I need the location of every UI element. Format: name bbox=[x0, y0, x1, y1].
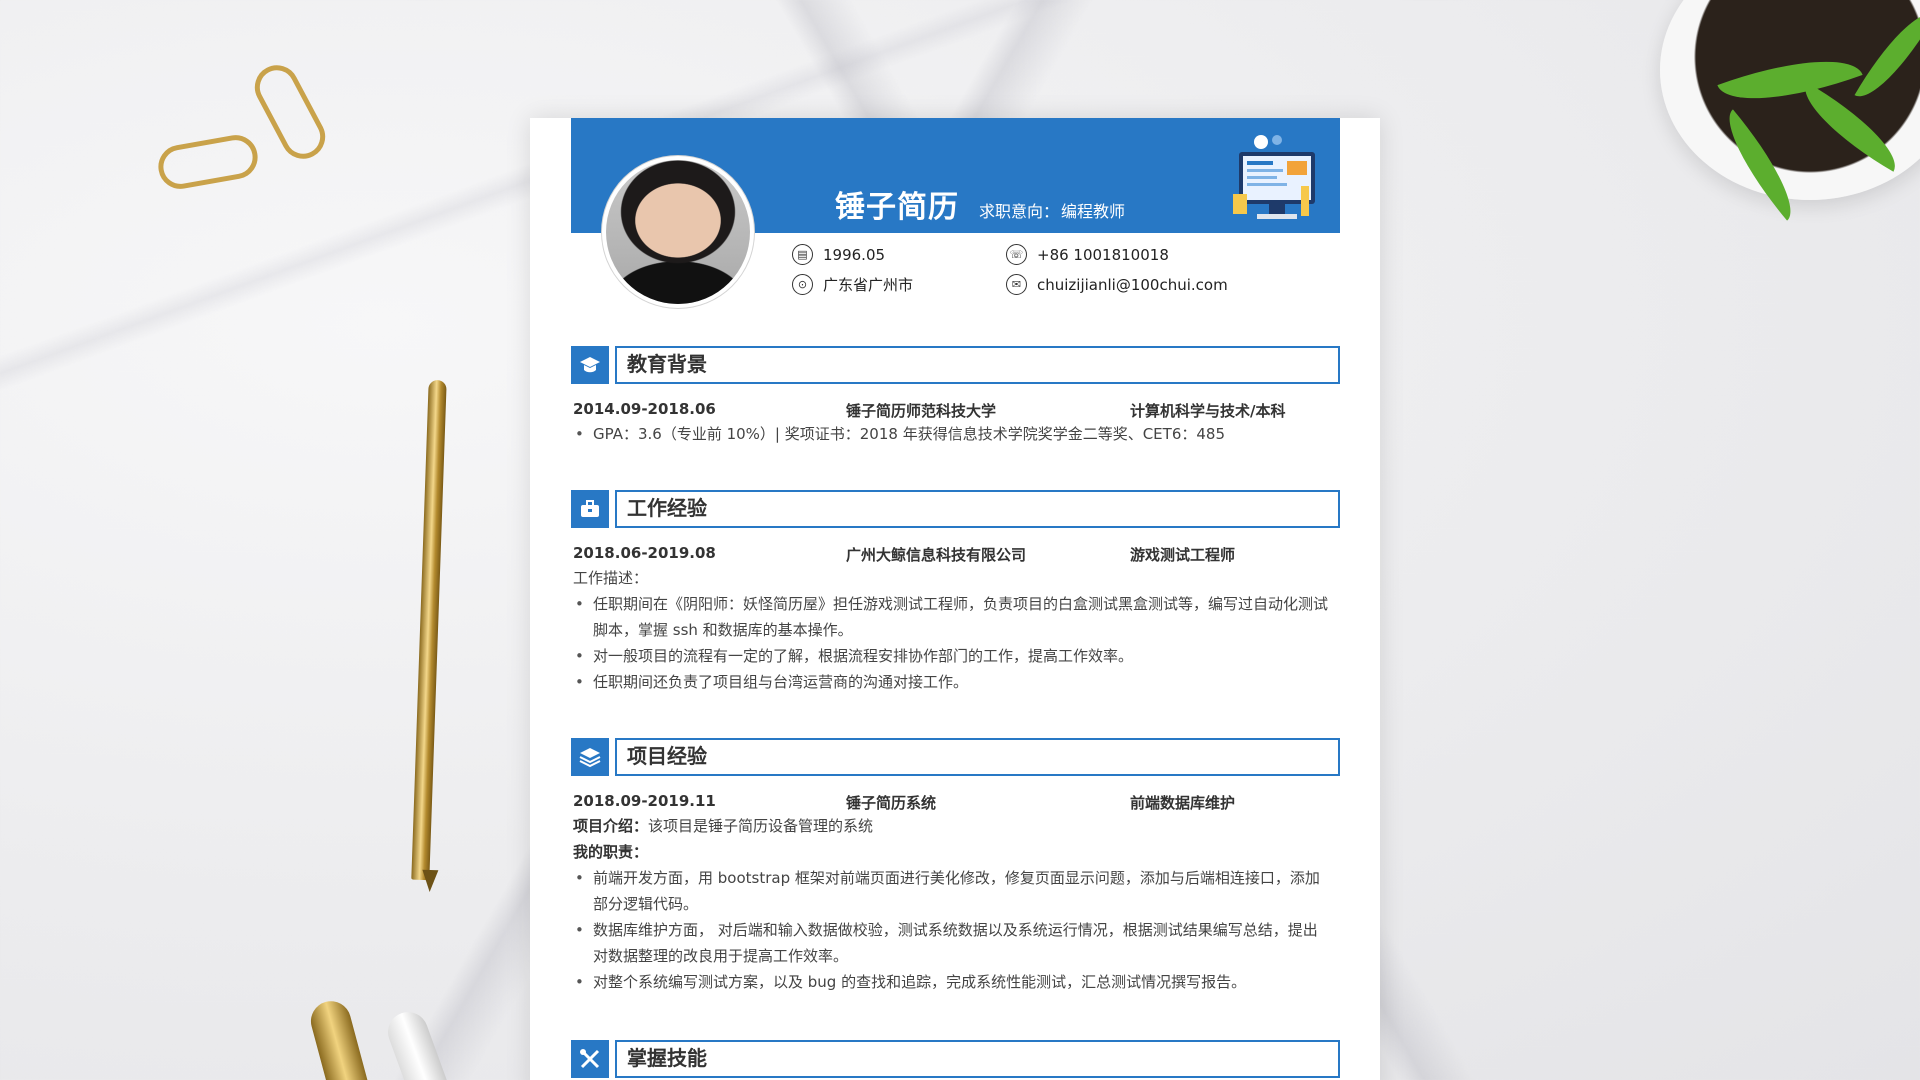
resume-name: 锤子简历 bbox=[835, 190, 959, 225]
project-bullet-continued: 部分逻辑代码。 bbox=[593, 895, 699, 913]
calendar-icon: ▤ bbox=[792, 244, 813, 265]
email-value: chuizijianli@100chui.com bbox=[1037, 275, 1228, 294]
tools-icon bbox=[571, 1040, 609, 1078]
education-major: 计算机科学与技术/本科 bbox=[1130, 402, 1286, 420]
section-title-education: 教育背景 bbox=[615, 346, 1340, 384]
phone-info: ☏ +86 1001810018 bbox=[1006, 244, 1169, 265]
project-duty-label: 我的职责： bbox=[573, 843, 649, 861]
briefcase-icon bbox=[571, 490, 609, 528]
gold-pen-tip bbox=[421, 869, 439, 893]
work-role: 游戏测试工程师 bbox=[1130, 546, 1236, 564]
project-bullet: 前端开发方面，用 bootstrap 框架对前端页面进行美化修改，修复页面显示问… bbox=[573, 865, 1343, 891]
work-bullet: 对一般项目的流程有一定的了解，根据流程安排协作部门的工作，提高工作效率。 bbox=[573, 643, 1343, 669]
work-bullet-continued: 脚本，掌握 ssh 和数据库的基本操作。 bbox=[593, 621, 853, 639]
location-icon: ⊙ bbox=[792, 274, 813, 295]
paperclip-1 bbox=[247, 57, 333, 167]
section-education: 教育背景 bbox=[571, 346, 1340, 384]
pen-bottom-2 bbox=[382, 1006, 458, 1080]
pen-bottom-1 bbox=[306, 996, 374, 1080]
section-title-project: 项目经验 bbox=[615, 738, 1340, 776]
email-info: ✉ chuizijianli@100chui.com bbox=[1006, 274, 1228, 295]
project-bullet: 对整个系统编写测试方案，以及 bug 的查找和追踪，完成系统性能测试，汇总测试情… bbox=[573, 969, 1343, 995]
project-name: 锤子简历系统 bbox=[846, 794, 937, 812]
gold-pen bbox=[411, 379, 447, 881]
project-intro-value: 该项目是锤子简历设备管理的系统 bbox=[648, 817, 874, 835]
work-date: 2018.06-2019.08 bbox=[573, 544, 716, 562]
section-title-work: 工作经验 bbox=[615, 490, 1340, 528]
monitor-illustration-icon bbox=[1233, 135, 1315, 219]
work-bullet: 任职期间在《阴阳师：妖怪简历屋》担任游戏测试工程师，负责项目的白盒测试黑盒测试等… bbox=[573, 591, 1343, 617]
education-bullet: GPA：3.6（专业前 10%）| 奖项证书：2018 年获得信息技术学院奖学金… bbox=[573, 421, 1343, 447]
project-bullet: 数据库维护方面， 对后端和输入数据做校验，测试系统数据以及系统运行情况，根据测试… bbox=[573, 917, 1343, 943]
project-intro: 项目介绍：该项目是锤子简历设备管理的系统 bbox=[573, 813, 1343, 839]
paperclip-2 bbox=[154, 131, 262, 193]
plant-pot bbox=[1660, 0, 1920, 200]
section-title-skills: 掌握技能 bbox=[615, 1040, 1340, 1078]
project-intro-label: 项目介绍： bbox=[573, 817, 649, 835]
section-project: 项目经验 bbox=[571, 738, 1340, 776]
job-intent-label: 求职意向： bbox=[979, 202, 1060, 221]
project-role: 前端数据库维护 bbox=[1130, 794, 1236, 812]
email-icon: ✉ bbox=[1006, 274, 1027, 295]
phone-icon: ☏ bbox=[1006, 244, 1027, 265]
birth-value: 1996.05 bbox=[823, 245, 886, 264]
project-bullet-continued: 对数据整理的改良用于提高工作效率。 bbox=[593, 947, 849, 965]
avatar bbox=[602, 156, 754, 308]
job-intent-value: 编程教师 bbox=[1061, 202, 1126, 221]
graduation-cap-icon bbox=[571, 346, 609, 384]
work-company: 广州大鲸信息科技有限公司 bbox=[846, 546, 1027, 564]
location-value: 广东省广州市 bbox=[823, 276, 914, 294]
section-work: 工作经验 bbox=[571, 490, 1340, 528]
phone-value: +86 1001810018 bbox=[1037, 245, 1169, 264]
education-date: 2014.09-2018.06 bbox=[573, 400, 716, 418]
job-intent: 求职意向： 编程教师 bbox=[977, 198, 1125, 222]
section-skills: 掌握技能 bbox=[571, 1040, 1340, 1078]
birth-info: ▤ 1996.05 bbox=[792, 244, 885, 265]
work-bullet: 任职期间还负责了项目组与台湾运营商的沟通对接工作。 bbox=[573, 669, 1343, 695]
work-desc-label: 工作描述： bbox=[573, 569, 649, 587]
layers-icon bbox=[571, 738, 609, 776]
project-date: 2018.09-2019.11 bbox=[573, 792, 716, 810]
location-info: ⊙ 广东省广州市 bbox=[792, 274, 913, 295]
resume-sheet: 锤子简历 求职意向： 编程教师 ▤ 1996.05 ☏ +86 100181001… bbox=[530, 118, 1380, 1080]
education-school: 锤子简历师范科技大学 bbox=[846, 402, 997, 420]
